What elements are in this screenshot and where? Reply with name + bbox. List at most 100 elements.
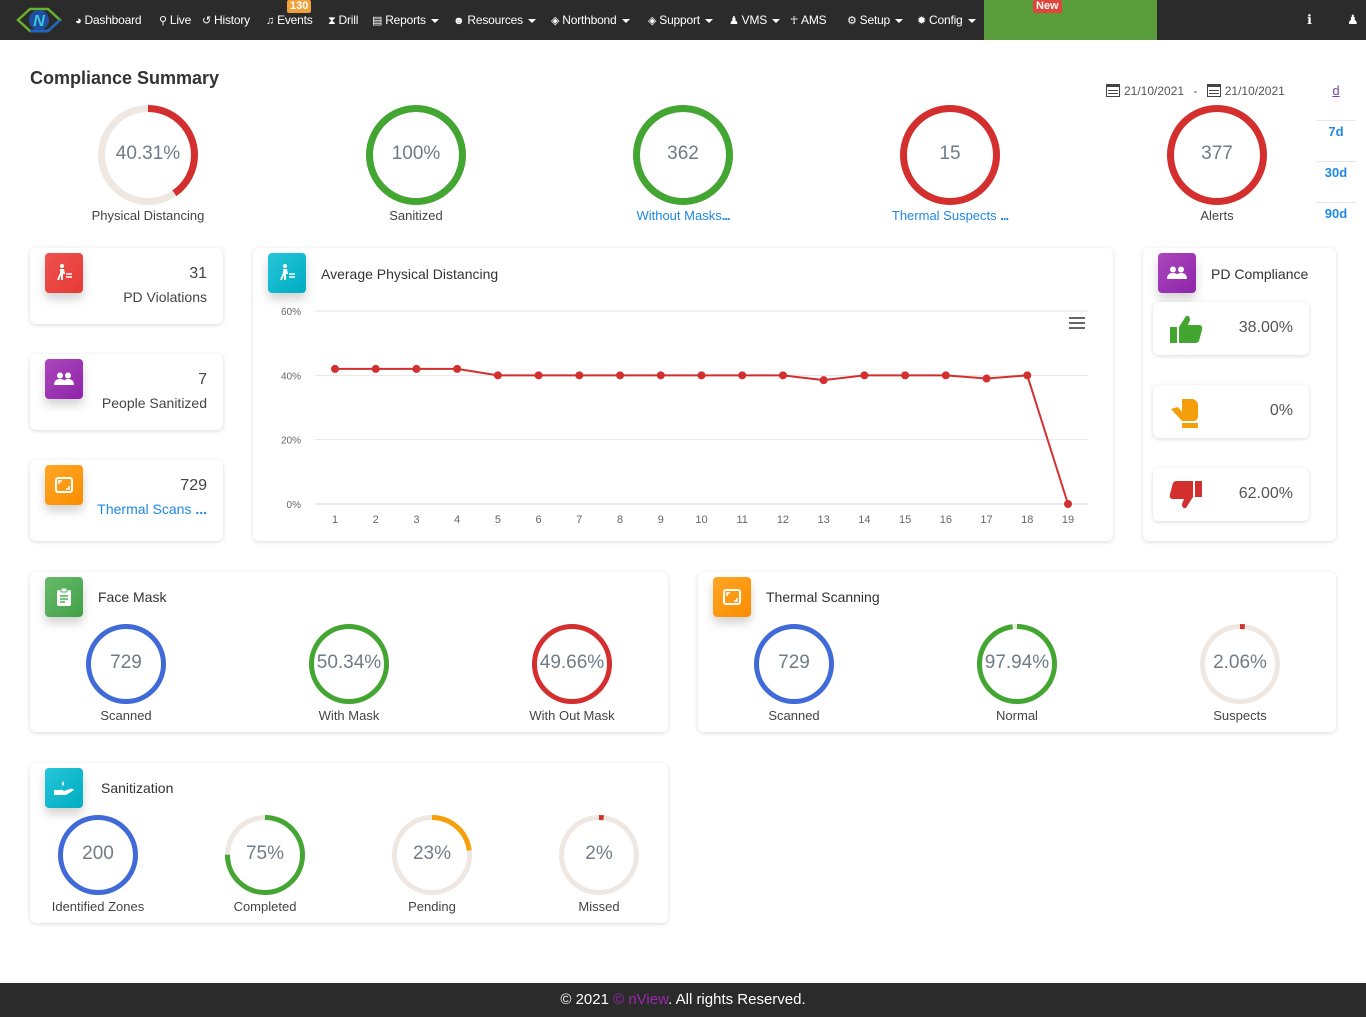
alerts-ring-label-text: Alerts <box>1200 208 1234 223</box>
data-point <box>493 371 502 380</box>
calendar-icon[interactable] <box>1106 84 1120 98</box>
sanitization-title: Sanitization <box>101 780 174 796</box>
nav-resources[interactable]: ☻ Resources <box>453 0 536 40</box>
data-point <box>941 371 950 380</box>
pd-neutral-value: 0% <box>1269 402 1293 419</box>
thermal-scans-value: 729 <box>180 477 207 494</box>
nav-label: History <box>214 13 250 27</box>
x-tick-label: 13 <box>818 514 830 526</box>
caret-down-icon <box>895 18 904 23</box>
date-to[interactable]: 21/10/2021 <box>1225 84 1285 98</box>
data-point <box>901 371 910 380</box>
events-count-badge: 130 <box>287 0 312 13</box>
info-icon[interactable]: ℹ <box>1307 0 1312 40</box>
without-masks-ring-label[interactable]: Without Masks... <box>613 208 753 223</box>
footer-brand-link[interactable]: © nView <box>613 991 668 1008</box>
face-mask-scanned-ring-label: Scanned <box>56 708 196 723</box>
tachometer-icon: ◕ <box>75 15 82 27</box>
alerts-ring-label: Alerts <box>1147 208 1287 223</box>
user-icon[interactable]: ♟ <box>1347 0 1359 40</box>
physical-distancing-ring: 40.31% Physical Distancing <box>78 105 218 223</box>
nav-ams[interactable]: ☥ AMS <box>790 0 827 40</box>
covid-new-badge: New <box>1033 0 1062 13</box>
nav-label: Live <box>169 13 192 27</box>
thermal-scanned-ring: 729 Scanned <box>724 624 864 723</box>
x-tick-label: 8 <box>617 514 623 526</box>
thumbs-down-icon <box>1169 481 1202 509</box>
cog-icon: ✹ <box>917 15 927 27</box>
nav-history[interactable]: ↺ History <box>202 0 250 40</box>
nav-reports[interactable]: ▤ Reports <box>372 0 439 40</box>
calendar-icon[interactable] <box>1206 84 1221 98</box>
hand-sanitizer-icon <box>45 768 83 808</box>
x-tick-label: 7 <box>576 514 582 526</box>
history-icon: ↺ <box>202 15 212 27</box>
nav-northbond[interactable]: ◈ Northbond <box>551 0 630 40</box>
x-tick-label: 14 <box>858 514 870 526</box>
nav-vms[interactable]: ♟ VMS <box>729 0 781 40</box>
thermal-scans-link[interactable]: Thermal Scans ... <box>97 501 207 517</box>
x-tick-label: 3 <box>413 514 419 526</box>
thermal-suspects-ring: 2.06% Suspects <box>1170 624 1310 723</box>
people-sanitized-label: People Sanitized <box>101 395 207 411</box>
thermal-suspects-ring-label: Suspects <box>1170 708 1310 723</box>
face-mask-with-mask-ring-value: 50.34% <box>316 652 382 674</box>
people-sanitized-value: 7 <box>198 371 207 388</box>
x-tick-label: 9 <box>658 514 664 526</box>
thermal-normal-ring-value: 97.94% <box>984 652 1050 674</box>
thermal-suspects-ring-label[interactable]: Thermal Suspects ... <box>880 208 1020 223</box>
pd-violations-label: PD Violations <box>123 289 207 305</box>
pd-violation-row: 62.00% <box>1153 468 1309 521</box>
face-mask-with-out-mask-ring: 49.66% With Out Mask <box>502 624 642 723</box>
data-point <box>860 371 869 380</box>
walking-distance-icon <box>45 253 83 293</box>
sanitization-completed-ring: 75% Completed <box>195 815 335 914</box>
sanitization-identified-zones-ring-value: 200 <box>82 843 114 865</box>
footer-copyright: © 2021 <box>560 991 614 1008</box>
without-masks-ring: 362 Without Masks... <box>613 105 753 223</box>
range-90d-link[interactable]: 90d <box>1316 203 1356 244</box>
thermal-suspects-ring-label-text: Suspects <box>1213 708 1267 723</box>
cogs-icon: ⚙ <box>847 15 857 27</box>
nav-support[interactable]: ◈ Support <box>648 0 713 40</box>
face-mask-with-mask-ring: 50.34% With Mask <box>279 624 419 723</box>
bell-icon: ♫ <box>266 15 275 27</box>
nav-drill[interactable]: ⧗ Drill <box>328 0 358 40</box>
tag-icon: ◈ <box>551 15 560 27</box>
y-tick-label: 40% <box>281 371 301 382</box>
thermal-scanning-title: Thermal Scanning <box>766 589 880 605</box>
pd-compliance-title: PD Compliance <box>1211 266 1309 282</box>
sanitization-completed-ring-label-text: Completed <box>233 899 297 914</box>
range-30d-link[interactable]: 30d <box>1316 162 1356 203</box>
nav-label: Resources <box>467 13 523 27</box>
sanitization-completed-ring-label: Completed <box>195 899 335 914</box>
date-from[interactable]: 21/10/2021 <box>1124 84 1184 98</box>
physical-distancing-ring-value: 40.31% <box>115 143 181 165</box>
thermal-normal-ring: 97.94% Normal <box>947 624 1087 723</box>
covid-menu-highlight <box>984 0 1157 40</box>
nview-logo-icon[interactable]: N <box>16 6 62 34</box>
data-point <box>697 371 706 380</box>
caret-down-icon <box>967 18 976 23</box>
caret-down-icon <box>621 18 630 23</box>
caret-down-icon <box>430 18 439 23</box>
without-masks-ring-label-text: Without Masks <box>636 208 722 223</box>
range-1d-link[interactable]: d <box>1316 80 1356 121</box>
x-tick-label: 4 <box>454 514 460 526</box>
sanitization-pending-ring-label: Pending <box>362 899 502 914</box>
data-point <box>453 364 462 373</box>
nav-live[interactable]: ⚲ Live <box>159 0 191 40</box>
nav-label: VMS <box>741 13 768 27</box>
thermal-scanned-ring-value: 729 <box>778 652 810 674</box>
physical-distancing-ring-label-text: Physical Distancing <box>91 208 205 223</box>
data-point <box>371 364 380 373</box>
people-icon <box>1158 253 1196 293</box>
chart-menu-icon[interactable] <box>1069 317 1085 332</box>
thermal-normal-ring-label-text: Normal <box>996 708 1038 723</box>
sanitized-ring-label: Sanitized <box>346 208 486 223</box>
nav-config[interactable]: ✹ Config <box>917 0 976 40</box>
nav-label: Setup <box>859 13 891 27</box>
nav-dashboard[interactable]: ◕ Dashboard <box>75 0 142 40</box>
range-7d-link[interactable]: 7d <box>1316 121 1356 162</box>
nav-setup[interactable]: ⚙ Setup <box>847 0 904 40</box>
